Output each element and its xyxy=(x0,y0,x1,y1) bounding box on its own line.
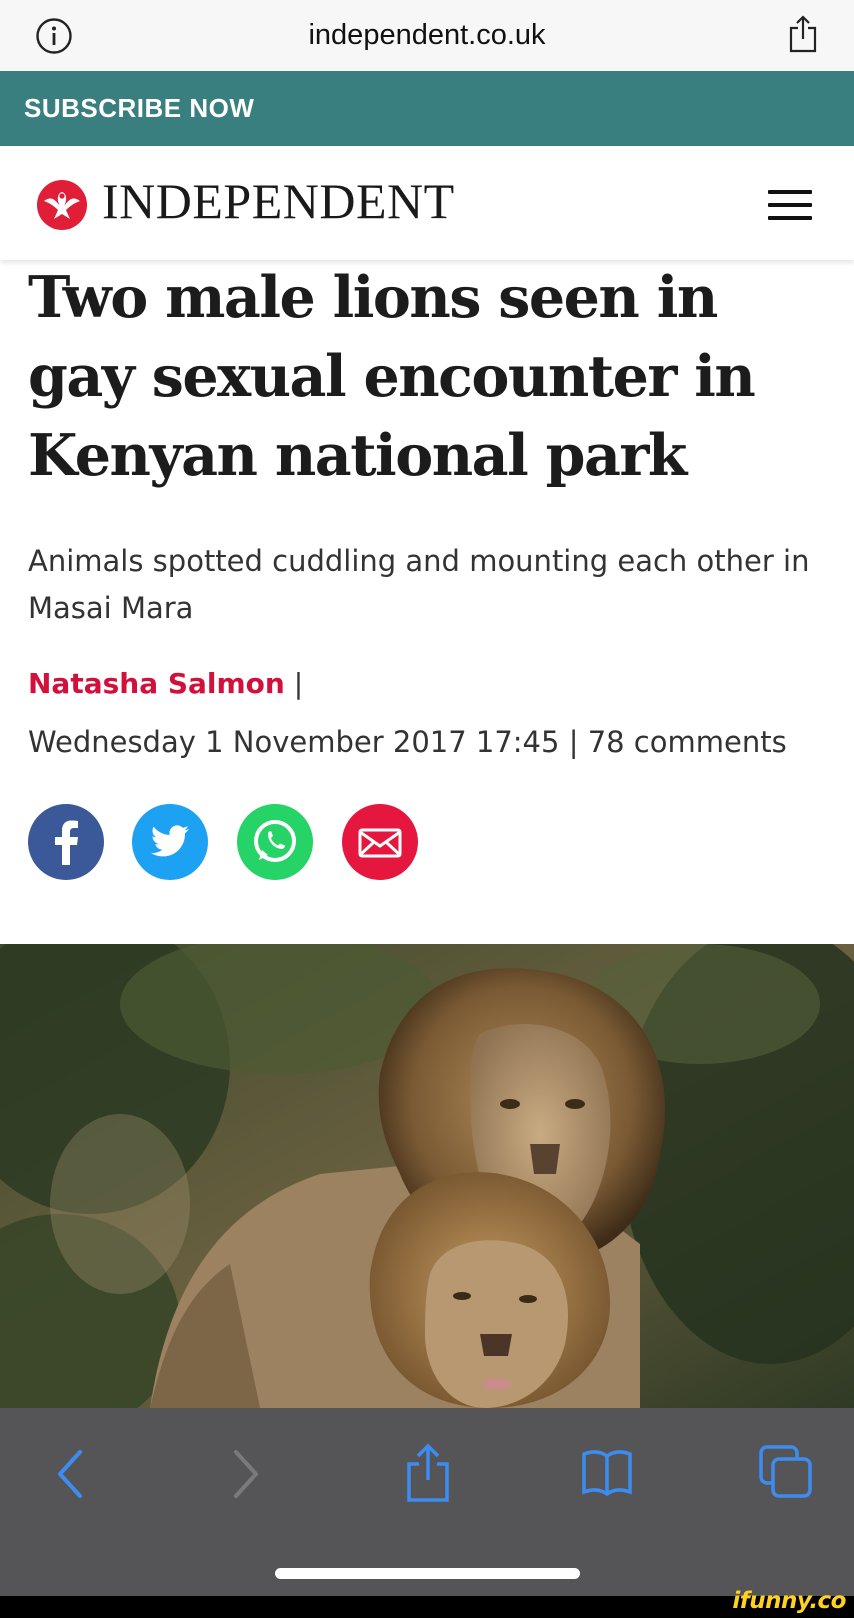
comments-link[interactable]: 78 comments xyxy=(588,725,787,759)
facebook-icon[interactable] xyxy=(27,803,105,881)
subscribe-banner[interactable]: SUBSCRIBE NOW xyxy=(0,71,854,146)
forward-icon[interactable] xyxy=(228,1446,264,1506)
comments-separator: | xyxy=(568,725,579,759)
author-link[interactable]: Natasha Salmon xyxy=(28,667,285,700)
brand-logo-text[interactable]: INDEPENDENT xyxy=(102,176,455,226)
email-icon[interactable] xyxy=(341,803,419,881)
menu-line xyxy=(768,203,812,207)
bottom-strip xyxy=(0,1596,854,1618)
back-icon[interactable] xyxy=(52,1446,88,1506)
menu-line xyxy=(768,190,812,194)
bookmarks-icon[interactable] xyxy=(580,1448,634,1502)
article-photo-lions xyxy=(0,944,854,1408)
browser-url-bar[interactable]: independent.co.uk xyxy=(0,0,854,71)
tabs-icon[interactable] xyxy=(758,1444,814,1504)
byline-separator: | xyxy=(293,667,304,700)
share-icon[interactable] xyxy=(404,1442,452,1508)
whatsapp-icon[interactable] xyxy=(236,803,314,881)
eagle-logo-icon[interactable] xyxy=(36,179,88,231)
publish-date: Wednesday 1 November 2017 17:45 xyxy=(28,725,560,759)
article-standfirst: Animals spotted cuddling and mounting ea… xyxy=(28,544,810,625)
browser-toolbar xyxy=(0,1408,854,1596)
ifunny-watermark: ifunny.co xyxy=(732,1588,846,1614)
menu-line xyxy=(768,216,812,220)
byline: Natasha Salmon | xyxy=(28,664,303,704)
home-indicator[interactable] xyxy=(275,1568,580,1579)
subscribe-label[interactable]: SUBSCRIBE NOW xyxy=(24,93,254,124)
share-icon[interactable] xyxy=(788,14,818,54)
twitter-icon[interactable] xyxy=(131,803,209,881)
info-circle-icon[interactable] xyxy=(35,17,73,55)
masthead: INDEPENDENT xyxy=(0,146,854,260)
hamburger-menu-icon[interactable] xyxy=(768,190,812,220)
dateline: Wednesday 1 November 2017 17:45 | 78 com… xyxy=(28,722,787,762)
url-text[interactable]: independent.co.uk xyxy=(308,19,545,52)
article-headline: Two male lions seen in gay sexual encoun… xyxy=(28,264,756,489)
